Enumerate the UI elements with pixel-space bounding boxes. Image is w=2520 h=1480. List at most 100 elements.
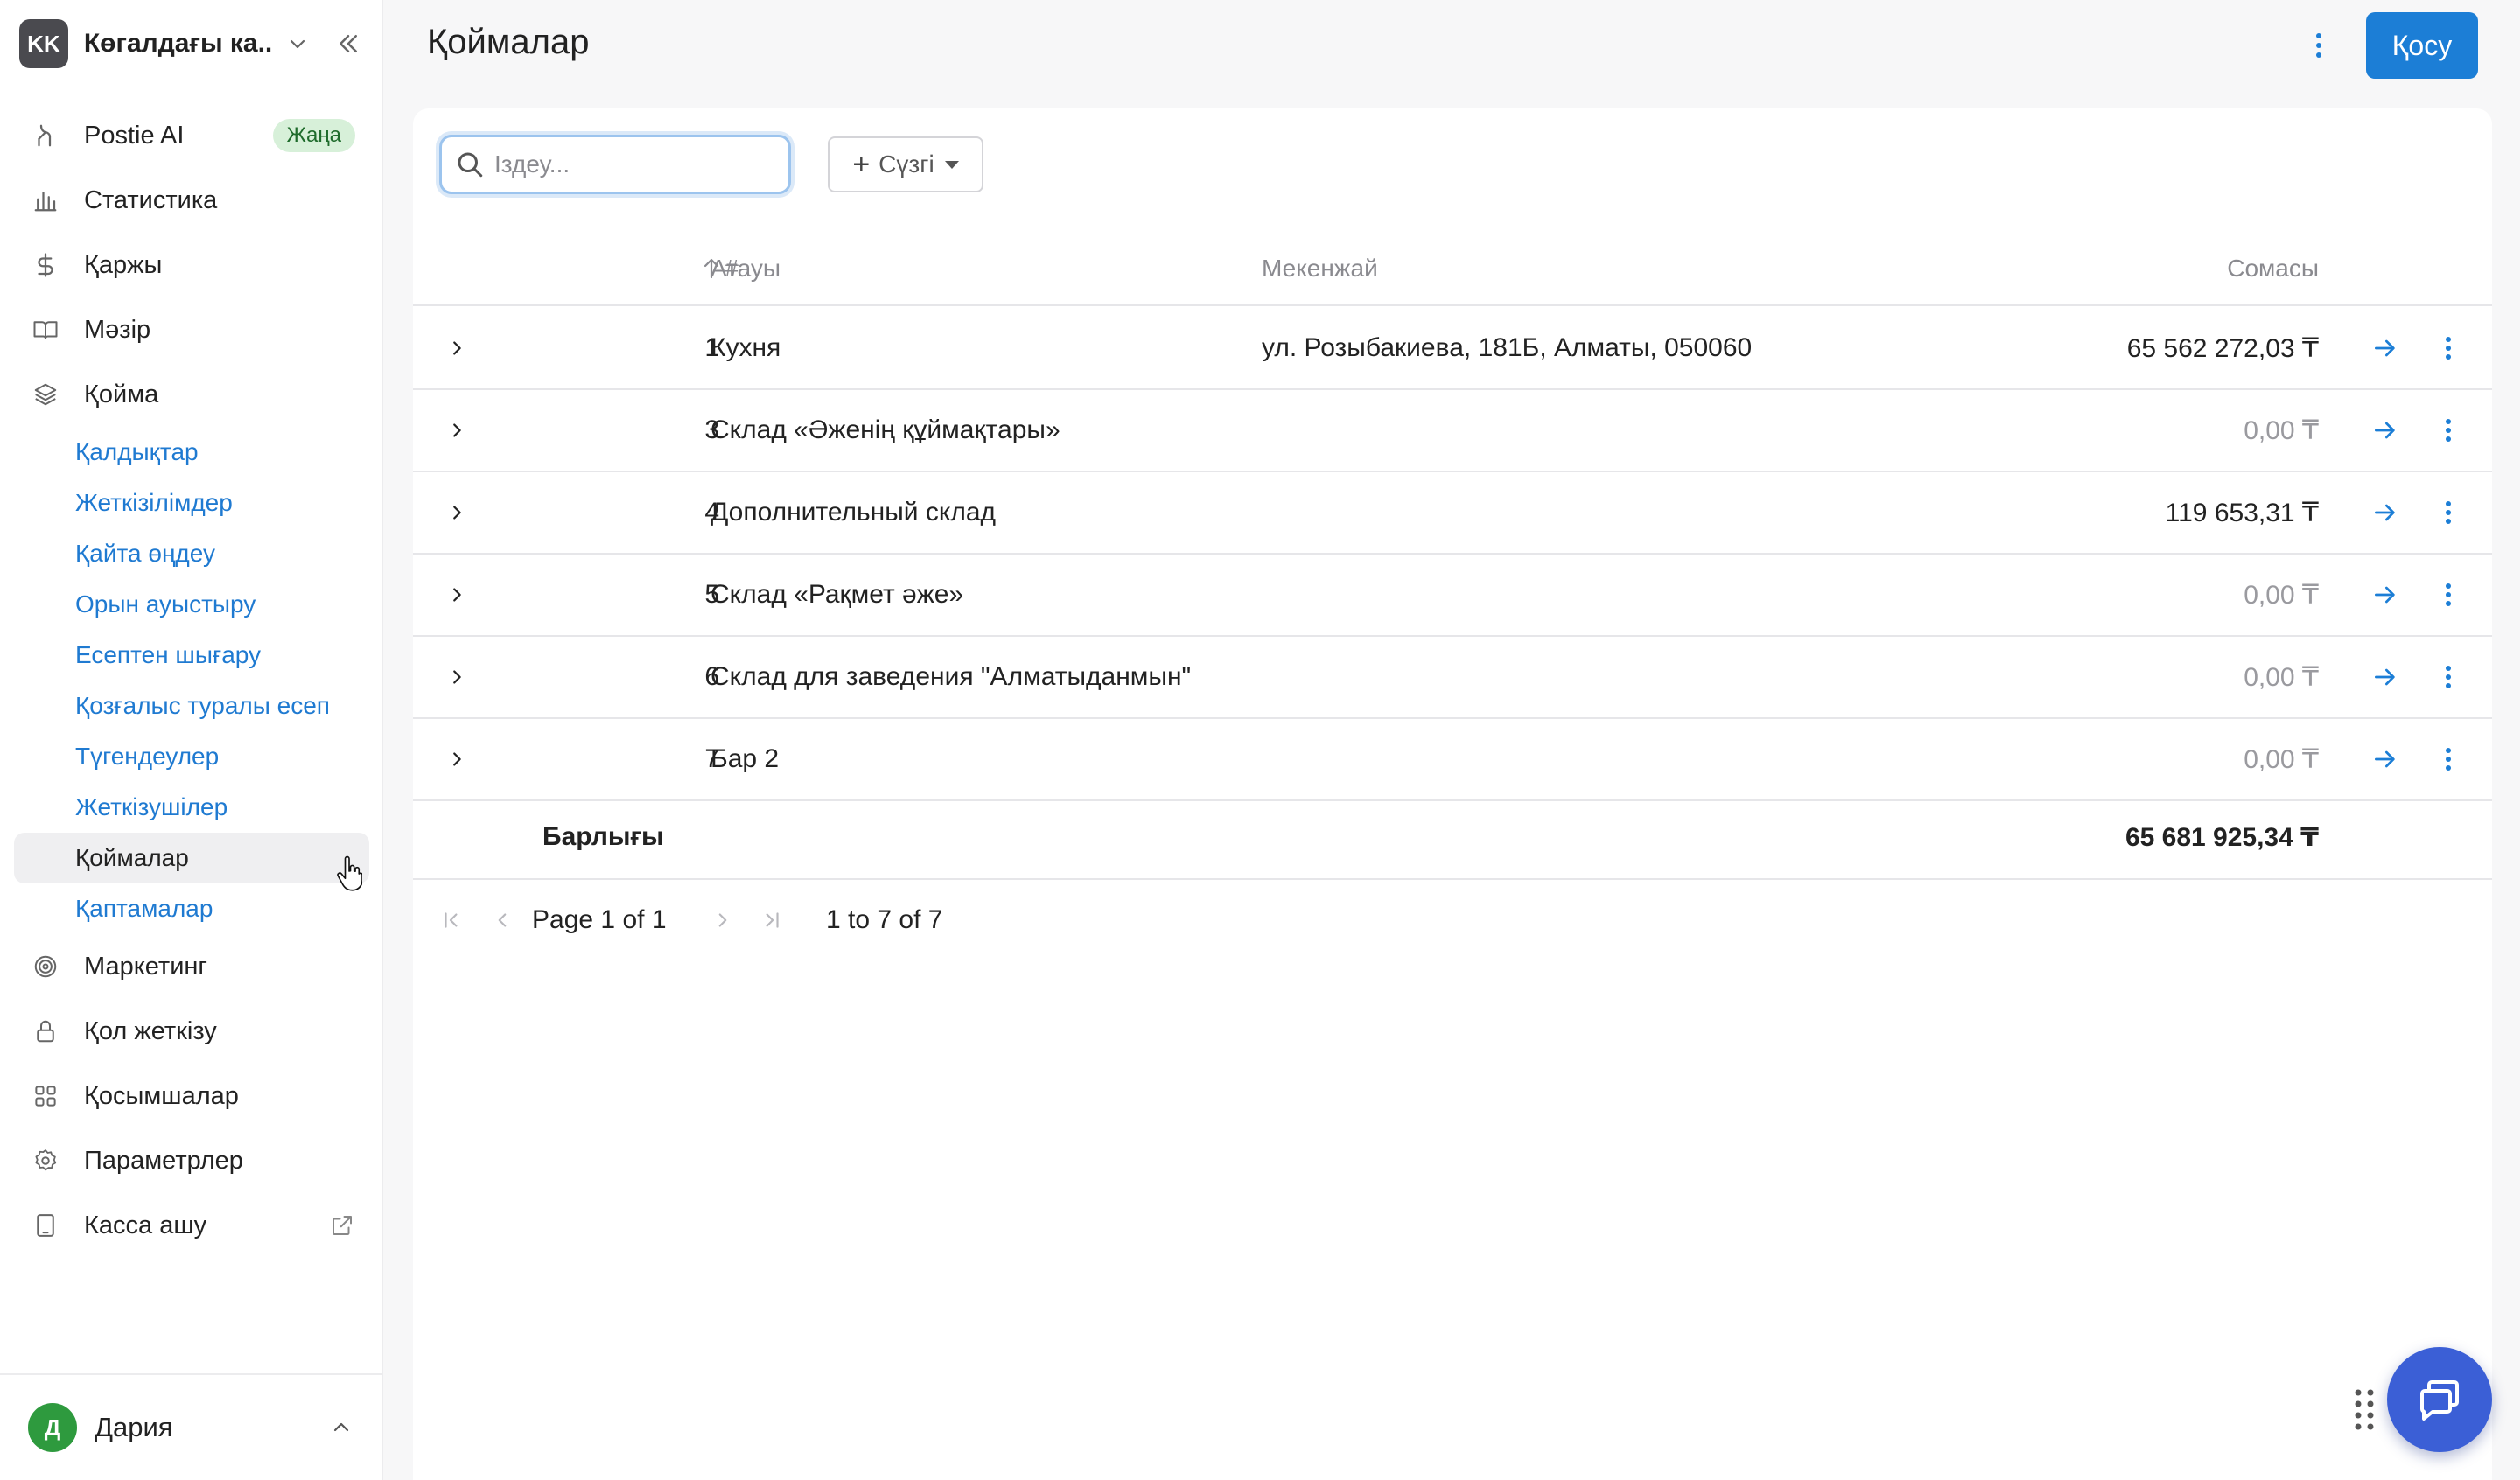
sidebar-item-finance[interactable]: Қаржы — [14, 233, 369, 297]
sidebar-subitem-warehouses[interactable]: Қоймалар — [14, 833, 369, 883]
postie-ai-icon — [30, 120, 61, 151]
first-page-icon[interactable] — [434, 903, 469, 938]
row-more-icon[interactable] — [2429, 719, 2468, 799]
arrow-right-icon[interactable] — [2366, 637, 2404, 717]
row-sum: 0,00 ₸ — [2244, 662, 2319, 692]
sidebar-item-label: Параметрлер — [84, 1146, 243, 1175]
chevron-up-icon[interactable] — [326, 1412, 357, 1443]
row-name: Склад для заведения "Алматыданмын" — [710, 662, 1192, 691]
row-more-icon[interactable] — [2429, 390, 2468, 471]
sidebar-item-label: Қосымшалар — [84, 1081, 239, 1110]
plus-icon: + — [852, 147, 871, 181]
column-header-name[interactable]: Атауы — [710, 231, 780, 306]
arrow-right-icon[interactable] — [2366, 390, 2404, 471]
table-row[interactable]: 1 Кухня ул. Розыбакиева, 181Б, Алматы, 0… — [413, 308, 2492, 390]
chevron-right-icon[interactable] — [439, 637, 474, 717]
chevron-right-icon[interactable] — [439, 555, 474, 635]
sidebar: KK Көгалдағы ка... Postie AI Жаңа Статис… — [0, 0, 383, 1480]
row-sum: 119 653,31 ₸ — [2165, 498, 2319, 527]
sidebar-subitem-write-offs[interactable]: Есептен шығару — [14, 630, 369, 681]
arrow-right-icon[interactable] — [2366, 719, 2404, 799]
row-more-icon[interactable] — [2429, 308, 2468, 388]
sidebar-item-label: Мәзір — [84, 315, 151, 344]
row-more-icon[interactable] — [2429, 637, 2468, 717]
chevron-right-icon[interactable] — [439, 472, 474, 553]
sidebar-item-warehouse[interactable]: Қойма — [14, 362, 369, 427]
user-menu[interactable]: Д Дария — [0, 1373, 382, 1480]
drag-handle-icon[interactable] — [2347, 1386, 2382, 1431]
warehouses-card: + Сүзгі # Атауы Мекенжай Сомасы 1 Кухня … — [413, 108, 2492, 1480]
sidebar-item-label: Postie AI — [84, 121, 185, 150]
org-name: Көгалдағы ка... — [83, 29, 272, 58]
tablet-icon — [30, 1210, 61, 1241]
sidebar-item-menu[interactable]: Мәзір — [14, 297, 369, 362]
main-nav: Postie AI Жаңа Статистика Қаржы Мәзір Қо… — [14, 103, 369, 1258]
search-box[interactable] — [439, 135, 791, 194]
row-name: Дополнительный склад — [710, 498, 997, 527]
warehouse-submenu: Қалдықтар Жеткізілімдер Қайта өңдеу Орын… — [14, 427, 369, 934]
search-input[interactable] — [494, 150, 774, 178]
sidebar-subitem-supplies[interactable]: Жеткізілімдер — [14, 478, 369, 528]
sidebar-subitem-leftovers[interactable]: Қалдықтар — [14, 427, 369, 478]
book-icon — [30, 314, 61, 346]
filter-button[interactable]: + Сүзгі — [828, 136, 984, 192]
sidebar-item-statistics[interactable]: Статистика — [14, 168, 369, 233]
chat-button[interactable] — [2387, 1347, 2492, 1452]
chevron-right-icon[interactable] — [439, 390, 474, 471]
grid-icon — [30, 1080, 61, 1112]
next-page-icon[interactable] — [705, 903, 740, 938]
column-header-sum[interactable]: Сомасы — [2227, 231, 2319, 306]
prev-page-icon[interactable] — [485, 903, 520, 938]
arrow-right-icon[interactable] — [2366, 308, 2404, 388]
table-total-row: Барлығы 65 681 925,34 ₸ — [413, 796, 2492, 880]
row-name: Склад «Рақмет әже» — [710, 580, 964, 609]
chat-icon — [2420, 1380, 2459, 1421]
bar-chart-icon — [30, 185, 61, 216]
row-num: 5 — [704, 580, 719, 609]
row-num: 6 — [704, 662, 719, 691]
sidebar-subitem-packages[interactable]: Қаптамалар — [14, 883, 369, 934]
sidebar-subitem-inventories[interactable]: Түгендеулер — [14, 731, 369, 782]
more-actions-icon[interactable] — [2301, 26, 2336, 65]
table-row[interactable]: 7 Бар 2 0,00 ₸ — [413, 719, 2492, 801]
row-name: Кухня — [710, 333, 781, 362]
external-link-icon — [329, 1212, 355, 1239]
table-header: # Атауы Мекенжай Сомасы — [413, 231, 2492, 306]
row-sum: 0,00 ₸ — [2244, 744, 2319, 774]
row-num: 4 — [704, 498, 719, 527]
last-page-icon[interactable] — [754, 903, 789, 938]
sidebar-subitem-processing[interactable]: Қайта өңдеу — [14, 528, 369, 579]
sidebar-subitem-transfers[interactable]: Орын ауыстыру — [14, 579, 369, 630]
sidebar-item-postie-ai[interactable]: Postie AI Жаңа — [14, 103, 369, 168]
sidebar-item-apps[interactable]: Қосымшалар — [14, 1064, 369, 1128]
page-word: Page — [532, 905, 594, 934]
sidebar-item-label: Қойма — [84, 380, 159, 408]
table-row[interactable]: 6 Склад для заведения "Алматыданмын" 0,0… — [413, 637, 2492, 719]
arrow-right-icon[interactable] — [2366, 555, 2404, 635]
add-button[interactable]: Қосу — [2366, 12, 2478, 79]
chevron-right-icon[interactable] — [439, 308, 474, 388]
arrow-right-icon[interactable] — [2366, 472, 2404, 553]
table-row[interactable]: 5 Склад «Рақмет әже» 0,00 ₸ — [413, 555, 2492, 637]
sidebar-subitem-suppliers[interactable]: Жеткізушілер — [14, 782, 369, 833]
table-row[interactable]: 4 Дополнительный склад 119 653,31 ₸ — [413, 472, 2492, 555]
chevron-down-icon[interactable] — [282, 28, 313, 59]
org-switcher[interactable]: KK Көгалдағы ка... — [19, 19, 366, 68]
row-more-icon[interactable] — [2429, 555, 2468, 635]
collapse-sidebar-icon[interactable] — [331, 26, 366, 61]
row-sum: 65 562 272,03 ₸ — [2126, 333, 2319, 363]
sidebar-subitem-movement-report[interactable]: Қозғалыс туралы есеп — [14, 681, 369, 731]
org-avatar: KK — [19, 19, 68, 68]
sidebar-item-label: Статистика — [84, 185, 218, 214]
column-header-address[interactable]: Мекенжай — [1262, 231, 1378, 306]
target-icon — [30, 951, 61, 982]
chevron-right-icon[interactable] — [439, 719, 474, 799]
sidebar-item-settings[interactable]: Параметрлер — [14, 1128, 369, 1193]
sidebar-item-open-register[interactable]: Касса ашу — [14, 1193, 369, 1258]
page-indicator: Page 1 of 1 — [532, 896, 667, 945]
table-row[interactable]: 3 Склад «Әженің құймақтары» 0,00 ₸ — [413, 390, 2492, 472]
sidebar-item-marketing[interactable]: Маркетинг — [14, 934, 369, 999]
row-more-icon[interactable] — [2429, 472, 2468, 553]
range-indicator: 1 to 7 of 7 — [826, 905, 943, 934]
sidebar-item-access[interactable]: Қол жеткізу — [14, 999, 369, 1064]
